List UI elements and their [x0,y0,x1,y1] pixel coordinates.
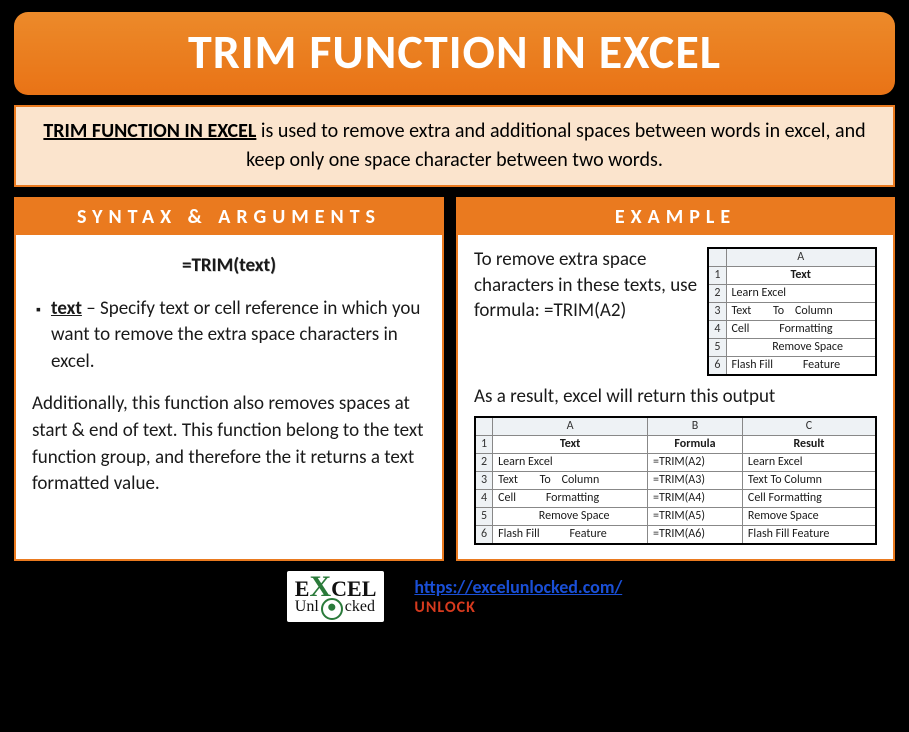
example-body: To remove extra space characters in thes… [458,235,893,559]
t1-r2: Cell Formatting [726,320,876,338]
example-panel: EXAMPLE To remove extra space characters… [456,197,895,561]
t2-r2c: Cell Formatting [742,489,876,507]
example-intro-text: To remove extra space characters in thes… [474,247,697,376]
intro-strong: TRIM FUNCTION IN EXCEL [43,119,256,143]
page-title: TRIM FUNCTION IN EXCEL [14,12,895,95]
footer: EXCEL Unlcked https://excelunlocked.com/… [14,567,895,627]
syntax-panel: SYNTAX & ARGUMENTS =TRIM(text) text – Sp… [14,197,444,561]
example-table-input: A 1Text 2Learn Excel 3Text To Column 4Ce… [707,247,877,376]
syntax-heading: SYNTAX & ARGUMENTS [16,199,442,235]
example-result-text: As a result, excel will return this outp… [474,384,877,411]
syntax-paragraph: Additionally, this function also removes… [32,391,426,497]
t2-r1a: Text To Column [493,471,648,489]
t1-r0: Learn Excel [726,284,876,302]
syntax-body: =TRIM(text) text – Specify text or cell … [16,235,442,512]
col-c2: C [742,417,876,435]
t2-r0b: =TRIM(A2) [648,453,743,471]
t1-r4: Flash Fill Feature [726,356,876,374]
footer-unlock: UNLOCK [414,598,622,617]
col-a2: A [493,417,648,435]
t2-r2a: Cell Formatting [493,489,648,507]
t2-r1c: Text To Column [742,471,876,489]
t1-r1: Text To Column [726,302,876,320]
t2-r3b: =TRIM(A5) [648,507,743,525]
footer-links: https://excelunlocked.com/ UNLOCK [414,576,622,617]
example-heading: EXAMPLE [458,199,893,235]
arg-desc: – Specify text or cell reference in whic… [51,297,420,373]
t2-r3a: Remove Space [493,507,648,525]
t2-h-a: Text [493,435,648,453]
t2-r4c: Flash Fill Feature [742,525,876,543]
syntax-formula: =TRIM(text) [32,253,426,280]
t2-r1b: =TRIM(A3) [648,471,743,489]
t1-r3: Remove Space [726,338,876,356]
columns: SYNTAX & ARGUMENTS =TRIM(text) text – Sp… [14,197,895,561]
t2-r3c: Remove Space [742,507,876,525]
footer-url[interactable]: https://excelunlocked.com/ [414,576,622,598]
t2-h-b: Formula [648,435,743,453]
syntax-argument: text – Specify text or cell reference in… [32,296,426,376]
col-a: A [726,248,876,266]
intro-text: is used to remove extra and additional s… [246,119,865,172]
t2-r4a: Flash Fill Feature [493,525,648,543]
intro-box: TRIM FUNCTION IN EXCEL is used to remove… [14,105,895,187]
t2-r4b: =TRIM(A6) [648,525,743,543]
example-table-output: A B C 1 Text Formula Result 2Learn Excel… [474,416,877,545]
logo: EXCEL Unlcked [287,571,385,622]
t2-h-c: Result [742,435,876,453]
t2-r0c: Learn Excel [742,453,876,471]
col-b2: B [648,417,743,435]
t1-header: Text [726,266,876,284]
keyhole-icon [321,598,343,620]
arg-name: text [51,297,82,320]
t2-r0a: Learn Excel [493,453,648,471]
t2-r2b: =TRIM(A4) [648,489,743,507]
